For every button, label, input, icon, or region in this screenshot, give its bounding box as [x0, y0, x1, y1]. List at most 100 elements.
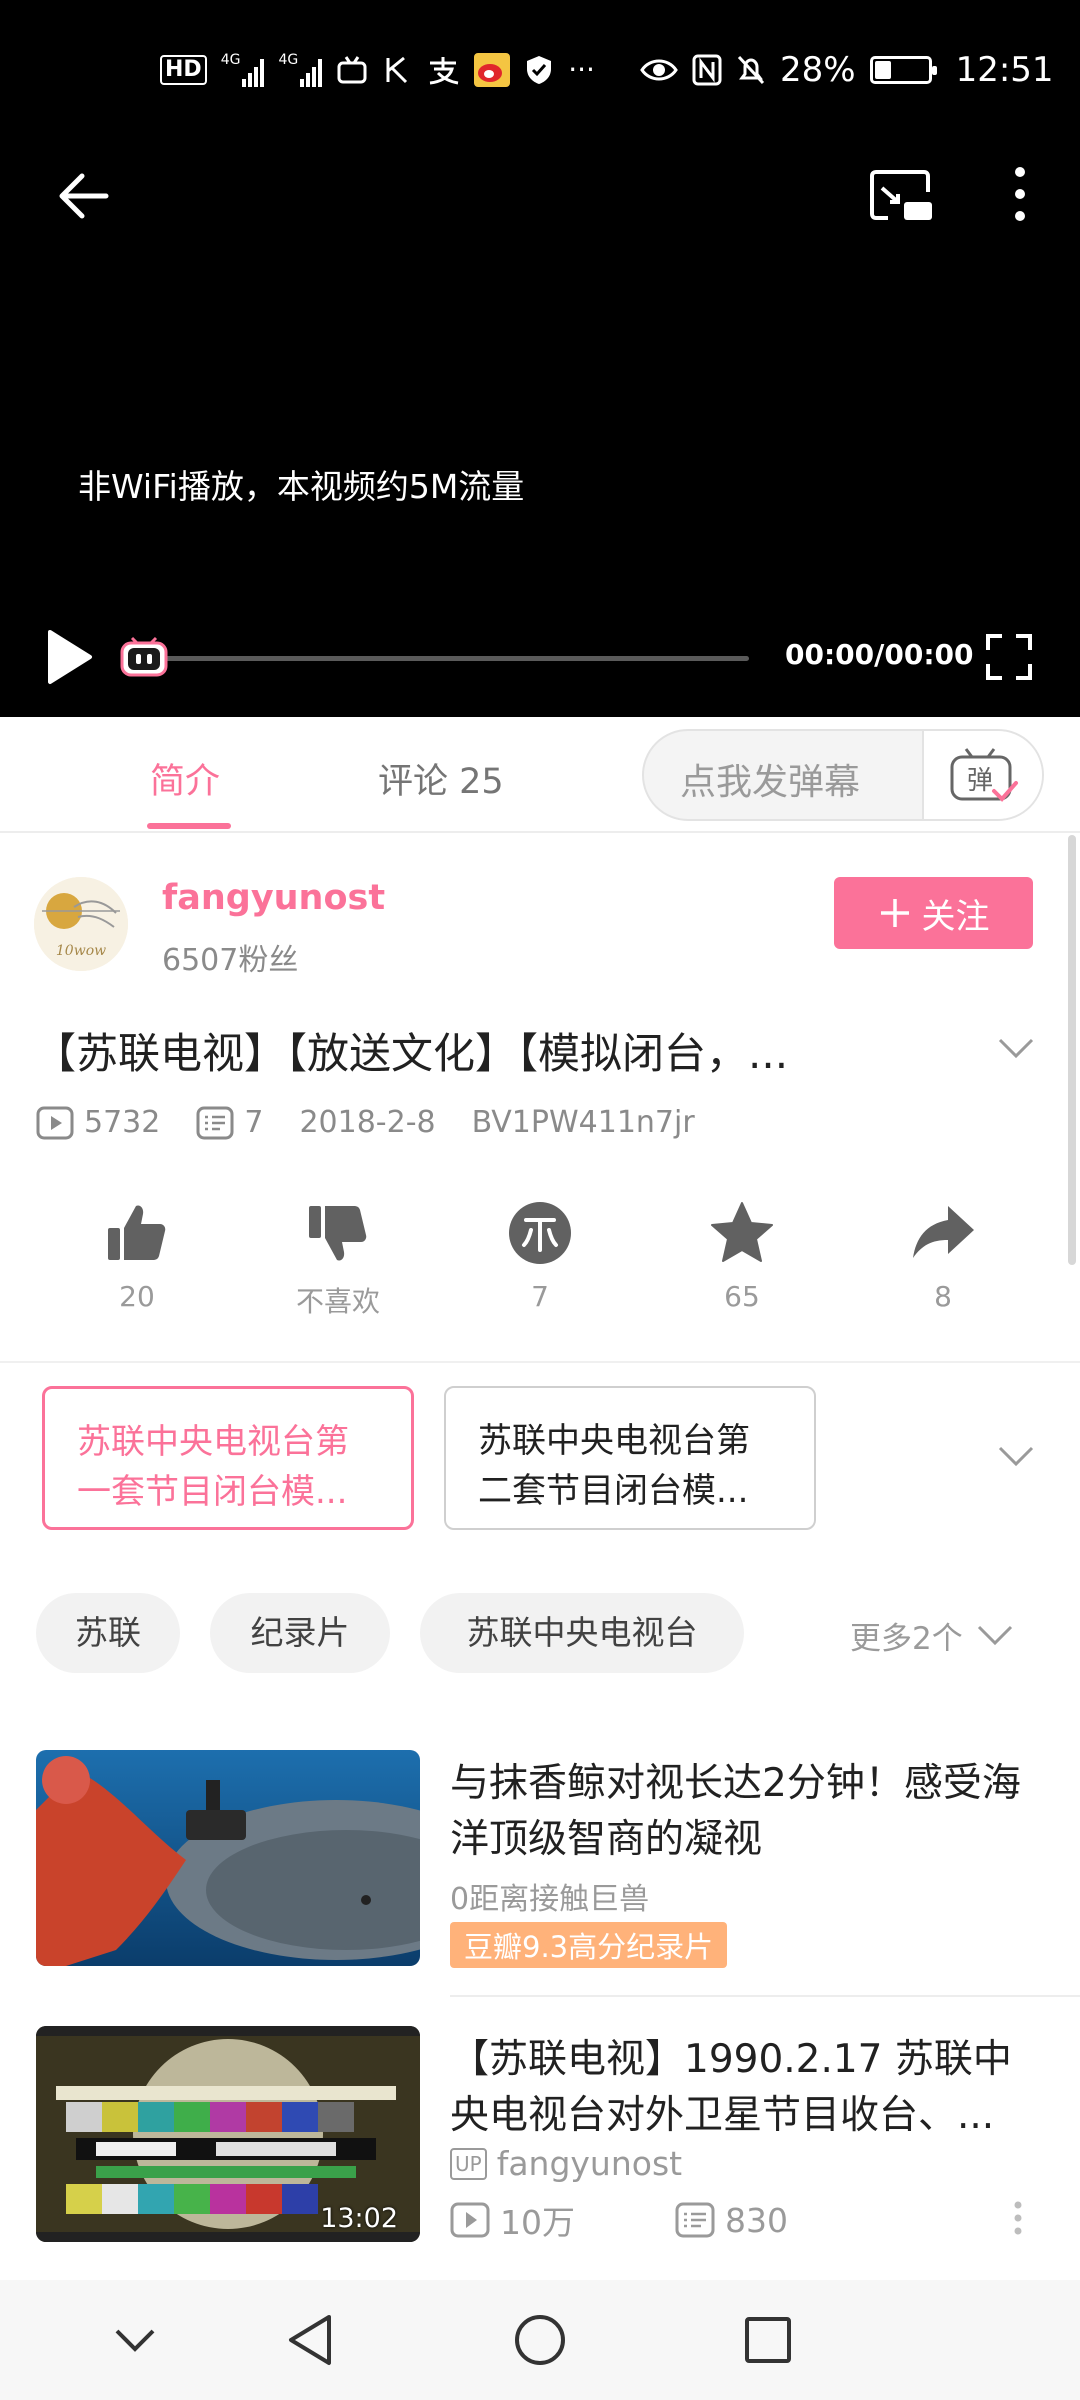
section-divider	[0, 1361, 1080, 1363]
tag-chip[interactable]: 苏联	[36, 1593, 180, 1673]
danmaku-toggle-button[interactable]: 弹	[922, 731, 1042, 819]
danmaku-input[interactable]: 点我发弹幕 弹	[642, 729, 1044, 821]
related-title: 与抹香鲸对视长达2分钟！感受海洋顶级智商的凝视	[450, 1761, 1021, 1862]
nfc-icon	[692, 54, 722, 86]
playback-time: 00:00/00:00	[785, 638, 974, 671]
tab-comments[interactable]: 评论 25	[378, 753, 504, 804]
signal-icon: 4G	[221, 53, 265, 87]
cast-icon[interactable]	[868, 168, 936, 224]
play-count-icon	[450, 2202, 490, 2238]
chevron-down-icon[interactable]	[996, 1036, 1036, 1062]
follow-label: 关注	[921, 896, 990, 937]
thumbs-down-icon	[309, 1206, 367, 1261]
danmaku-icon: 弹	[950, 748, 1018, 802]
home-circle-icon	[515, 2315, 565, 2365]
action-row: 20 不喜欢 7 65 8	[0, 1200, 1080, 1330]
episode-title-line1: 苏联中央电视台第	[77, 1422, 349, 1462]
back-triangle-icon	[289, 2315, 331, 2365]
avatar-image: 10wow	[34, 877, 128, 971]
dislike-label: 不喜欢	[295, 1285, 380, 1318]
related-danmaku: 830	[725, 2200, 788, 2240]
recents-square-icon	[745, 2317, 791, 2363]
system-nav-bar	[0, 2280, 1080, 2400]
tab-bar: 简介 评论 25 点我发弹幕 弹	[0, 717, 1080, 833]
nav-back-button[interactable]	[250, 2280, 370, 2400]
alipay-icon	[430, 57, 459, 85]
share-icon	[913, 1206, 974, 1258]
ad-badge: 豆瓣9.3高分纪录片	[450, 1922, 728, 1968]
video-duration: 13:02	[320, 2203, 398, 2234]
coin-icon	[509, 1202, 571, 1264]
episodes-expand-icon[interactable]	[996, 1444, 1036, 1470]
k-icon	[386, 56, 408, 84]
card-divider	[450, 1995, 1080, 1997]
battery-percent: 28%	[780, 50, 856, 90]
follow-button[interactable]: 关注	[834, 877, 1033, 949]
dislike-button[interactable]: 不喜欢	[268, 1200, 408, 1320]
eye-icon	[640, 59, 678, 81]
uploader-avatar[interactable]: 10wow	[34, 877, 128, 971]
up-badge-icon: UP	[450, 2147, 487, 2180]
nav-recents-button[interactable]	[708, 2280, 828, 2400]
video-meta: 5732 7 2018-2-8 BV1PW411n7jr	[36, 1105, 695, 1140]
episode-title-line2: 二套节目闭台模...	[478, 1471, 749, 1511]
publish-date: 2018-2-8	[299, 1105, 436, 1140]
related-subtitle: 0距离接触巨兽	[450, 1882, 650, 1917]
more-dots-icon: ···	[568, 53, 595, 86]
tags-more-button[interactable]: 更多2个	[850, 1613, 1015, 1658]
star-icon	[711, 1202, 773, 1262]
video-title[interactable]: 【苏联电视】【放送文化】【模拟闭台，...	[34, 1020, 954, 1081]
tag-chip[interactable]: 苏联中央电视台	[420, 1593, 744, 1673]
danmaku-count-icon	[675, 2202, 715, 2238]
nav-hide-button[interactable]	[75, 2280, 195, 2400]
danmaku-placeholder: 点我发弹幕	[680, 762, 861, 803]
chevron-down-icon	[977, 1625, 1012, 1645]
hd-icon: HD	[160, 55, 207, 85]
status-bar-left: HD 4G 4G ···	[160, 46, 595, 94]
episode-title-line1: 苏联中央电视台第	[478, 1421, 750, 1461]
more-vertical-icon[interactable]	[1012, 164, 1028, 224]
uploader-fans: 6507粉丝	[162, 943, 299, 978]
coin-button[interactable]: 7	[470, 1200, 610, 1313]
video-player[interactable]: HD 4G 4G ··· 28% 12:51 非WiFi播放，本视频约5M流量 …	[0, 0, 1080, 717]
status-time: 12:51	[955, 50, 1054, 90]
like-button[interactable]: 20	[67, 1200, 207, 1313]
shield-icon	[527, 56, 552, 84]
svg-text:弹: 弹	[967, 766, 993, 796]
related-uploader: UP fangyunost	[450, 2144, 682, 2183]
danmaku-count-icon	[196, 1106, 234, 1139]
status-bar-right: 28% 12:51	[640, 46, 1054, 94]
thumbs-up-icon	[108, 1205, 166, 1260]
favorite-button[interactable]: 65	[672, 1200, 812, 1313]
tab-intro[interactable]: 简介	[150, 753, 220, 804]
related-video-card[interactable]: 13:02 【苏联电视】1990.2.17 苏联中央电视台对外卫星节目收台、..…	[0, 2026, 1080, 2286]
tags-more-label: 更多2个	[850, 1621, 963, 1657]
related-video-card[interactable]: 与抹香鲸对视长达2分钟！感受海洋顶级智商的凝视 0距离接触巨兽 豆瓣9.3高分纪…	[0, 1750, 1080, 2010]
chevron-down-icon	[115, 2329, 155, 2352]
back-arrow-icon[interactable]	[56, 168, 112, 224]
progress-bar[interactable]	[145, 656, 749, 661]
fullscreen-icon[interactable]	[984, 632, 1034, 682]
uploader-name[interactable]: fangyunost	[162, 878, 385, 918]
scrollbar[interactable]	[1068, 835, 1076, 1265]
battery-icon	[869, 56, 937, 84]
tag-chip[interactable]: 纪录片	[210, 1593, 390, 1673]
related-stats: 10万 830	[450, 2196, 788, 2244]
coin-count: 7	[531, 1280, 549, 1313]
play-icon[interactable]	[44, 628, 94, 686]
bilibili-icon	[337, 56, 367, 84]
like-count: 20	[119, 1280, 155, 1313]
episode-card-2[interactable]: 苏联中央电视台第 二套节目闭台模...	[444, 1386, 816, 1530]
more-vertical-icon[interactable]	[1012, 2200, 1024, 2236]
share-count: 8	[934, 1280, 952, 1313]
share-button[interactable]: 8	[873, 1200, 1013, 1313]
svg-text:10wow: 10wow	[56, 943, 106, 959]
episode-card-1[interactable]: 苏联中央电视台第 一套节目闭台模...	[42, 1386, 414, 1530]
related-title: 【苏联电视】1990.2.17 苏联中央电视台对外卫星节目收台、...	[450, 2037, 1012, 2138]
video-thumbnail: 13:02	[36, 2026, 420, 2242]
weibo-icon	[474, 53, 511, 87]
video-thumbnail	[36, 1750, 420, 1966]
tv-mascot-icon[interactable]	[118, 634, 170, 678]
nav-home-button[interactable]	[480, 2280, 600, 2400]
signal-icon: 4G	[278, 53, 323, 87]
